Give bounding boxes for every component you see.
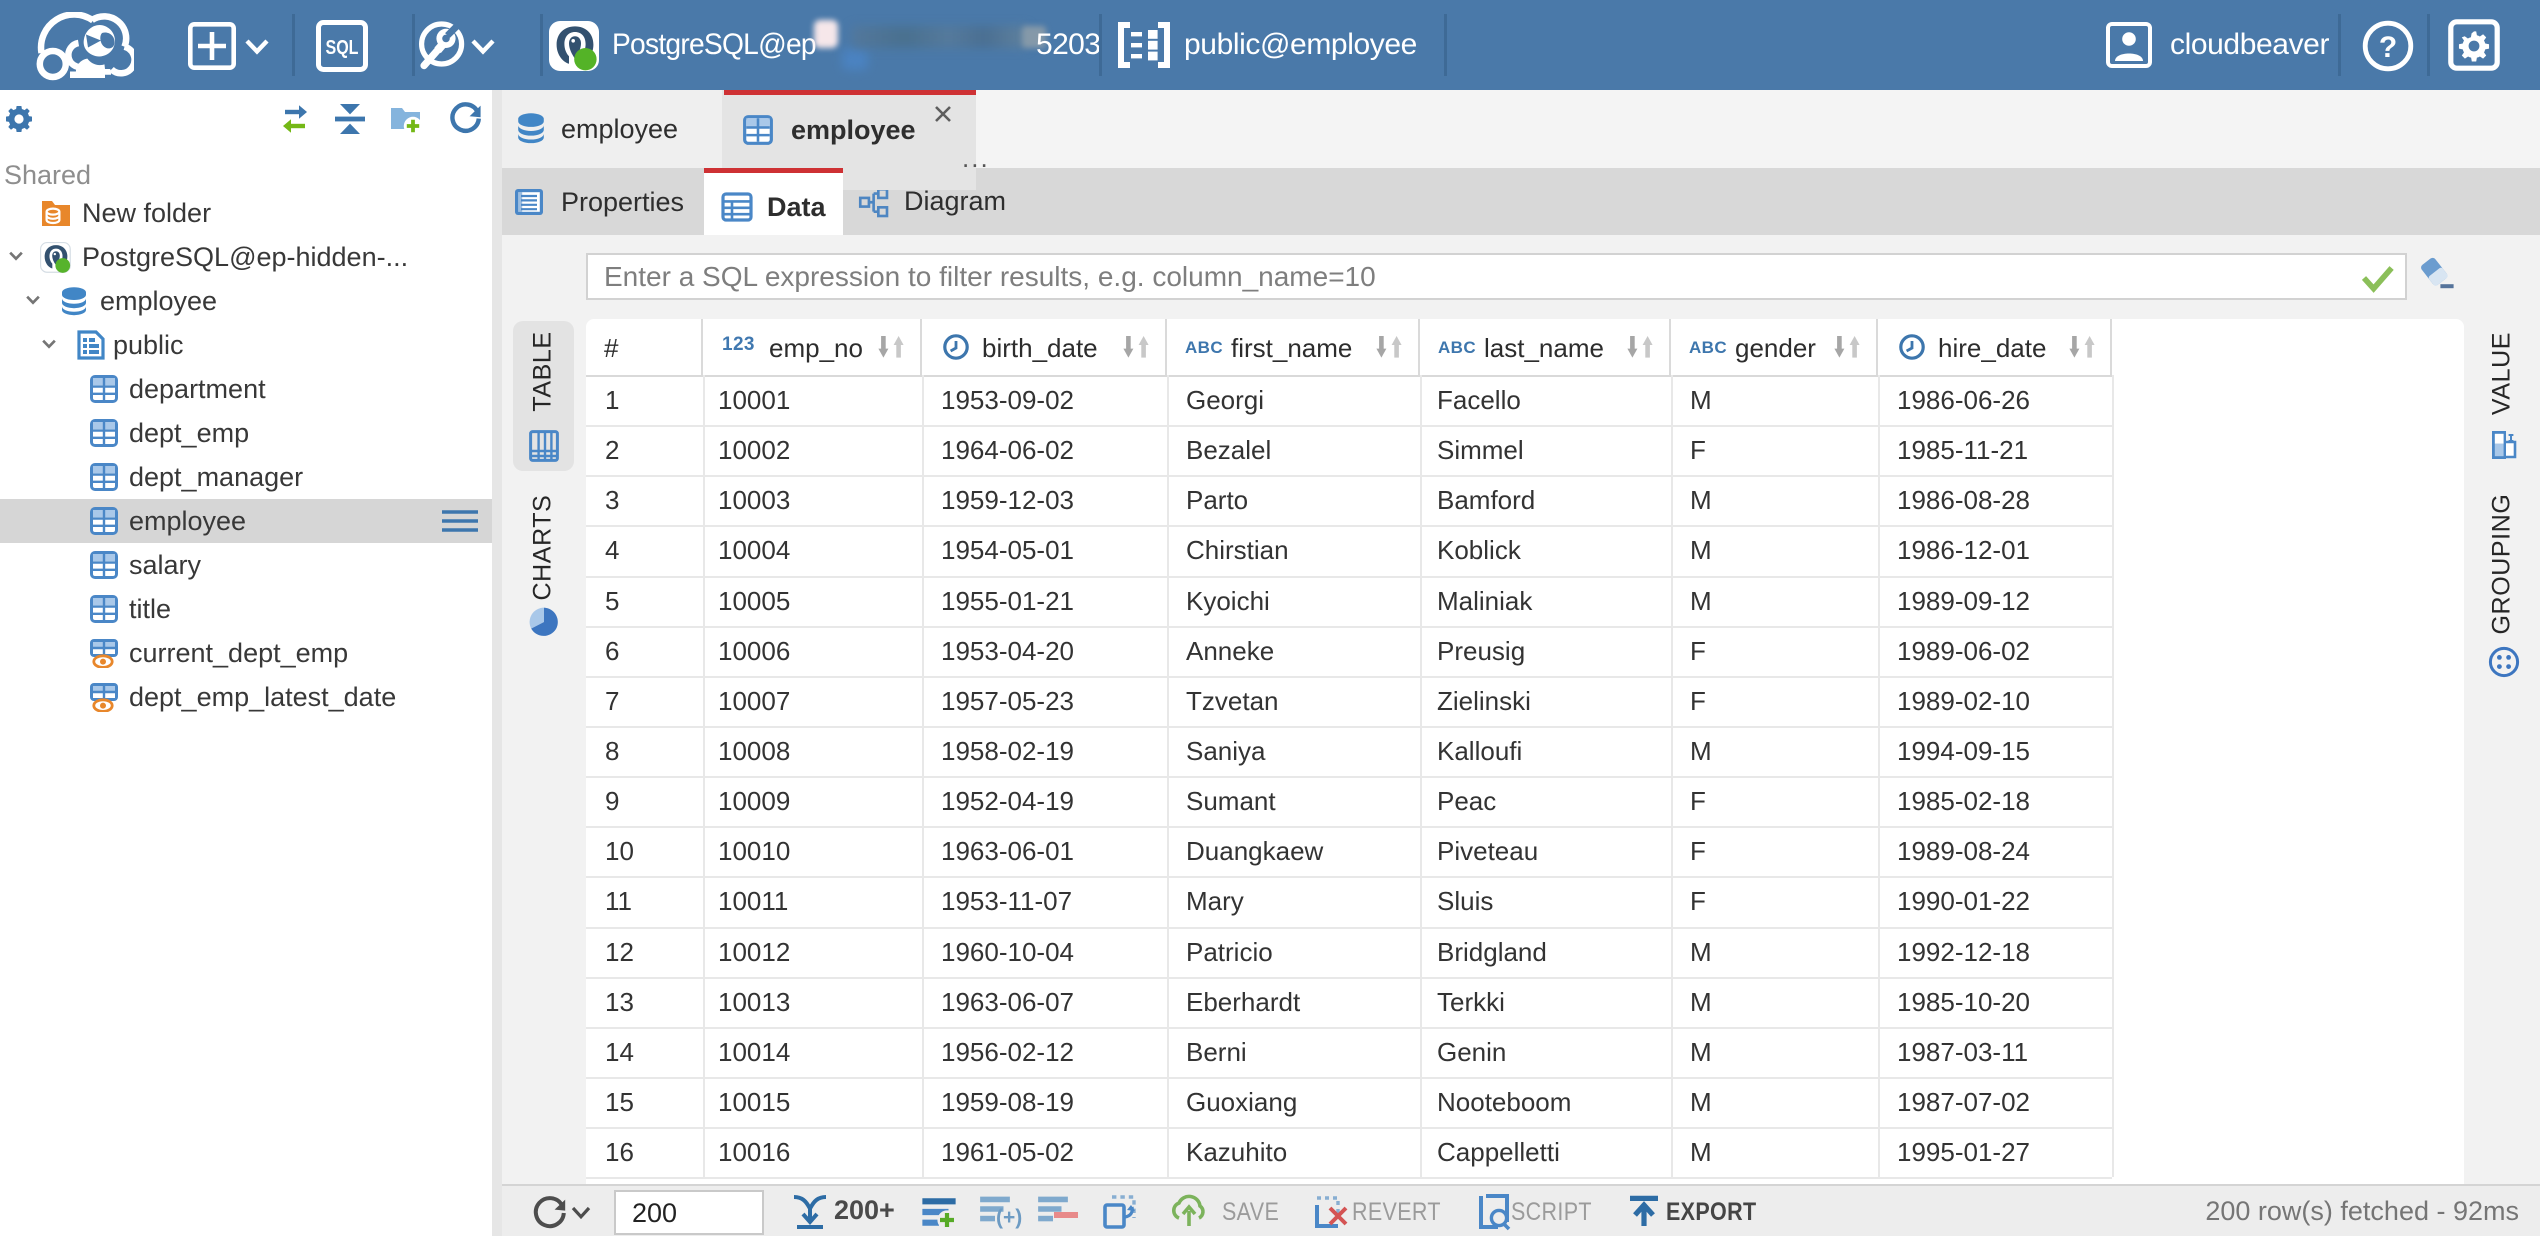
svg-text:SQL: SQL [326, 37, 359, 59]
svg-text:?: ? [2379, 31, 2397, 64]
